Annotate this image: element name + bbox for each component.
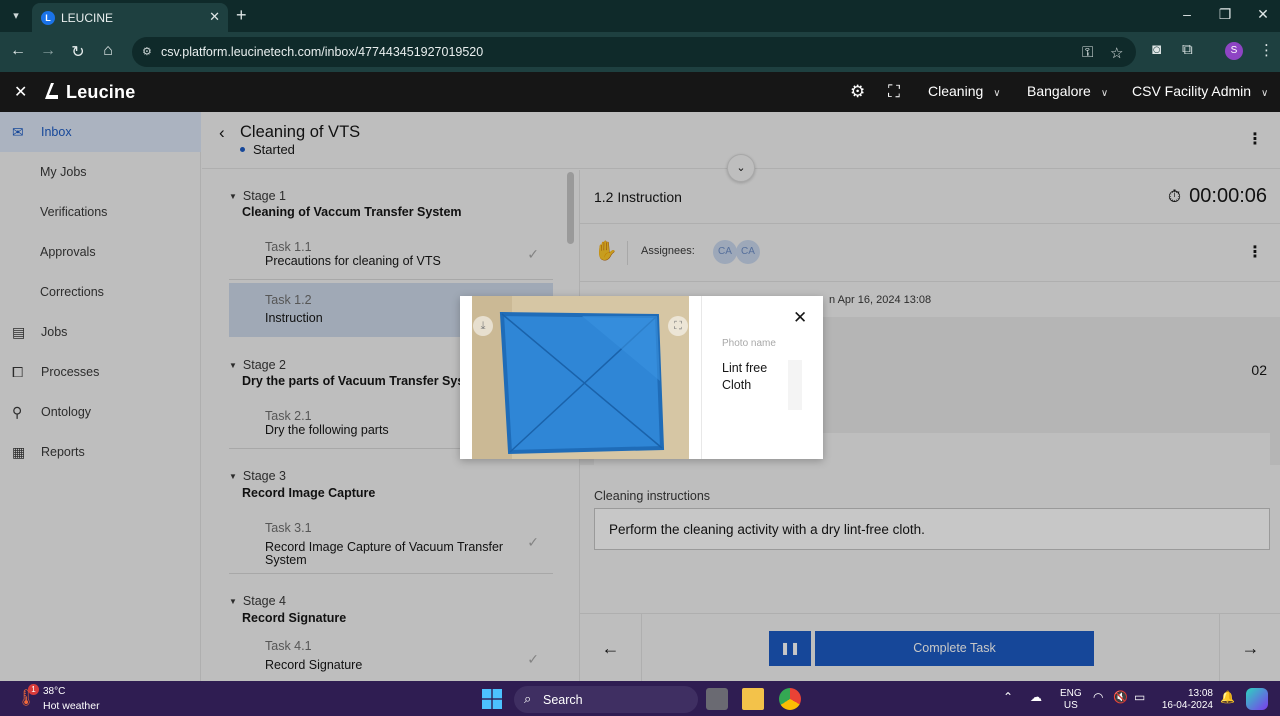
windows-start-icon[interactable]	[482, 689, 502, 709]
app-header: ✕ Leucine ⚙ ⛶ Cleaning ∨ Bangalore ∨ CSV F…	[0, 72, 1280, 112]
search-label: Search	[543, 693, 583, 707]
restore-icon[interactable]: ❐	[1215, 6, 1235, 23]
tab-list-chevron-icon[interactable]: ▾	[6, 6, 26, 26]
onedrive-cloud-icon[interactable]: ☁	[1030, 690, 1042, 704]
weather-temp[interactable]: 38°C	[43, 686, 65, 697]
clock-date: 16-04-2024	[1161, 700, 1213, 711]
wifi-icon[interactable]: ◠	[1093, 690, 1103, 704]
reload-icon[interactable]: ↻	[68, 42, 88, 62]
tab-close-icon[interactable]: ✕	[209, 9, 220, 25]
minimize-icon[interactable]: –	[1177, 6, 1197, 22]
settings-gear-icon[interactable]: ⚙	[850, 82, 865, 102]
new-tab-plus-icon[interactable]: +	[236, 5, 247, 26]
photo-name-scrollbar[interactable]	[788, 360, 802, 410]
photo-name-value[interactable]: Lint free Cloth	[722, 360, 784, 394]
close-app-icon[interactable]: ✕	[14, 82, 27, 102]
weather-desc[interactable]: Hot weather	[43, 700, 100, 712]
taskbar-search[interactable]: ⌕ Search	[514, 686, 698, 713]
copilot-icon[interactable]	[1246, 688, 1268, 710]
home-icon[interactable]: ⌂	[98, 42, 118, 60]
chevron-down-icon: ∨	[1100, 88, 1109, 99]
chrome-icon[interactable]	[779, 688, 801, 710]
browser-menu-icon[interactable]: ⋮	[1259, 41, 1274, 59]
tab-title: LEUCINE	[61, 11, 114, 25]
brand-name: Leucine	[66, 82, 136, 102]
clock-time: 13:08	[1187, 688, 1213, 699]
cloth-photo-image	[472, 296, 689, 459]
user-dropdown[interactable]: CSV Facility Admin ∨	[1132, 83, 1268, 99]
extensions-puzzle-icon[interactable]: ⧉	[1182, 41, 1193, 58]
volume-muted-icon[interactable]: 🔇	[1113, 690, 1128, 704]
battery-icon[interactable]: ▭	[1134, 690, 1145, 704]
location-dropdown[interactable]: Bangalore ∨	[1027, 83, 1108, 99]
facility-dropdown[interactable]: Cleaning ∨	[928, 83, 1001, 99]
region-code: US	[1063, 700, 1078, 711]
facility-dropdown-label: Cleaning	[928, 83, 984, 99]
profile-avatar[interactable]: S	[1225, 42, 1243, 60]
forward-arrow-icon[interactable]: →	[38, 42, 58, 60]
back-arrow-icon[interactable]: ←	[8, 42, 28, 60]
chevron-down-icon: ∨	[993, 88, 1001, 99]
divider	[701, 296, 702, 459]
leucine-mark-icon	[45, 83, 58, 99]
tray-chevron-up-icon[interactable]: ⌃	[1003, 690, 1013, 704]
photo-preview: ⤓ ⛶	[472, 296, 689, 459]
os-taskbar: 🌡 1 38°C Hot weather ⌕ Search ⌃ ☁ ENG US…	[0, 681, 1280, 716]
browser-tab[interactable]: L LEUCINE ✕	[32, 3, 228, 32]
leucine-logo[interactable]: Leucine	[42, 81, 135, 103]
photo-preview-modal: ⤓ ⛶ ✕ Photo name Lint free Cloth	[460, 296, 823, 459]
address-bar[interactable]: ⚙ csv.platform.leucinetech.com/inbox/477…	[132, 37, 1136, 67]
download-icon[interactable]: ⤓	[473, 316, 493, 336]
task-view-icon[interactable]	[706, 688, 728, 710]
input-language[interactable]: ENG US	[1060, 688, 1082, 712]
search-icon: ⌕	[524, 691, 532, 706]
location-dropdown-label: Bangalore	[1027, 83, 1091, 99]
fullscreen-icon[interactable]: ⛶	[668, 316, 688, 336]
system-clock[interactable]: 13:08 16-04-2024	[1161, 688, 1213, 712]
scan-qr-icon[interactable]: ⛶	[888, 82, 900, 102]
notification-badge: 1	[28, 684, 39, 695]
password-key-icon[interactable]: ⚿	[1082, 44, 1093, 61]
window-close-icon[interactable]: ✕	[1253, 6, 1273, 23]
modal-close-icon[interactable]: ✕	[793, 308, 807, 328]
browser-toolbar: ← → ↻ ⌂ ⚙ csv.platform.leucinetech.com/i…	[0, 32, 1280, 72]
url-text: csv.platform.leucinetech.com/inbox/47744…	[161, 45, 484, 59]
lang-code: ENG	[1060, 688, 1082, 699]
notification-bell-icon[interactable]: 🔔	[1220, 690, 1235, 704]
file-explorer-icon[interactable]	[742, 688, 764, 710]
user-dropdown-label: CSV Facility Admin	[1132, 83, 1252, 99]
camera-extension-icon[interactable]: ◙	[1152, 41, 1161, 58]
photo-name-label: Photo name	[722, 338, 776, 349]
bookmark-star-icon[interactable]: ☆	[1110, 44, 1123, 62]
leucine-favicon-icon: L	[41, 11, 55, 25]
site-info-icon[interactable]: ⚙	[142, 45, 156, 59]
chevron-down-icon: ∨	[1261, 88, 1269, 99]
browser-tabbar: ▾ L LEUCINE ✕ + – ❐ ✕	[0, 0, 1280, 32]
